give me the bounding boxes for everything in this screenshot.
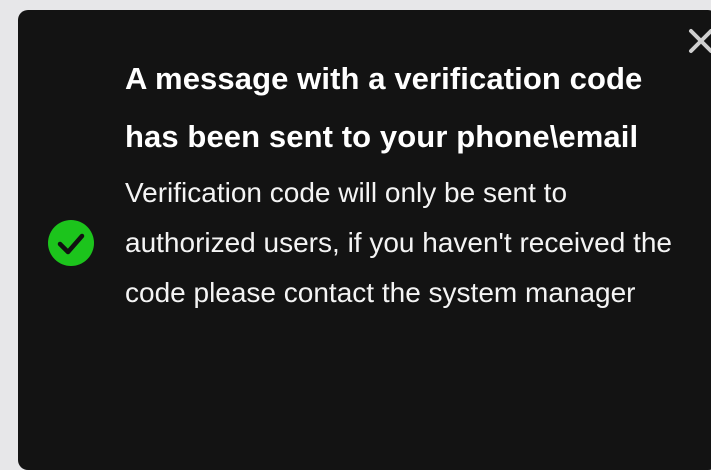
close-icon	[689, 29, 711, 53]
close-button[interactable]	[684, 24, 711, 58]
verification-notification: A message with a verification code has b…	[18, 10, 711, 470]
notification-title: A message with a verification code has b…	[125, 61, 643, 154]
notification-content: A message with a verification code has b…	[125, 50, 685, 318]
check-circle-icon	[48, 220, 94, 266]
notification-message: Verification code will only be sent to a…	[125, 177, 672, 308]
